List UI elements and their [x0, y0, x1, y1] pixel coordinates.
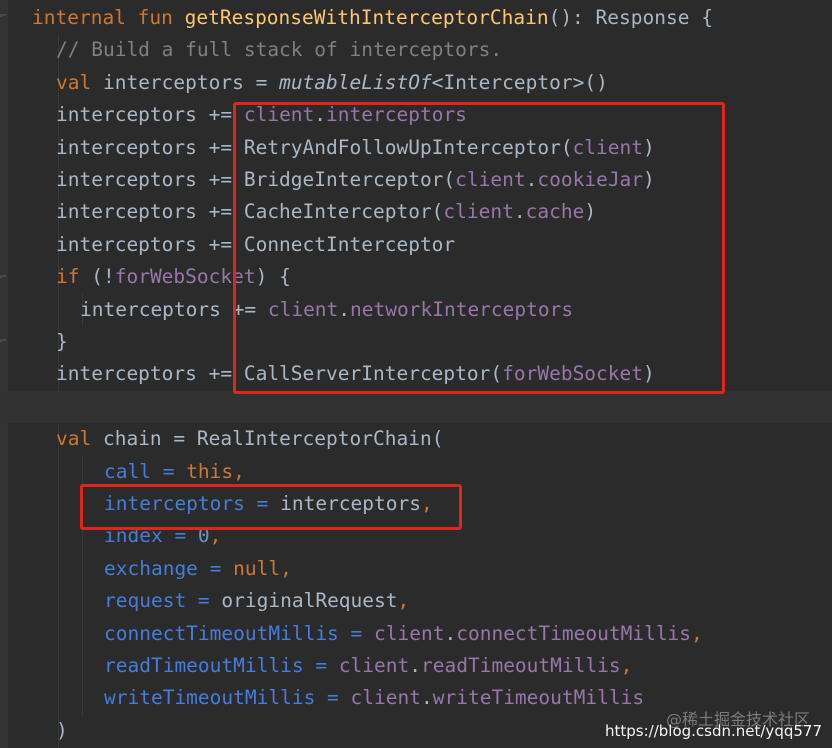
- code-line[interactable]: val chain = RealInterceptorChain(: [0, 423, 832, 455]
- code-token: ,: [620, 654, 633, 677]
- code-token: mutableListOf: [279, 70, 432, 94]
- code-token: connectTimeoutMillis: [456, 621, 692, 645]
- code-token: ,: [691, 621, 703, 645]
- highlight-box-interceptors-arg: [80, 484, 462, 530]
- code-line[interactable]: val interceptors = mutableListOf<Interce…: [0, 67, 832, 99]
- code-token: .: [444, 621, 457, 645]
- code-token: interceptors =: [102, 70, 280, 94]
- code-token: }: [56, 330, 68, 353]
- code-token: chain = RealInterceptorChain(: [102, 427, 444, 451]
- code-text: call = this,: [104, 456, 245, 488]
- code-text: exchange = null,: [104, 553, 292, 585]
- code-line[interactable]: request = originalRequest,: [0, 585, 832, 617]
- code-token: getResponseWithInterceptorChain: [184, 6, 549, 29]
- code-token: <Interceptor>(): [431, 70, 608, 94]
- code-token: (!: [91, 265, 115, 289]
- watermark-url: https://blog.csdn.net/yqq577: [604, 722, 822, 740]
- code-token: this,: [186, 459, 245, 483]
- code-line[interactable]: [0, 390, 832, 423]
- code-token: client: [350, 686, 421, 710]
- code-text: internal fun getResponseWithInterceptorC…: [32, 2, 713, 34]
- code-token: connectTimeoutMillis =: [104, 621, 375, 645]
- code-line[interactable]: // Build a full stack of interceptors.: [0, 34, 832, 66]
- code-token: call =: [104, 459, 187, 483]
- code-token: originalRequest: [221, 589, 398, 613]
- code-line[interactable]: connectTimeoutMillis = client.connectTim…: [0, 618, 832, 650]
- code-token: ): [56, 718, 68, 742]
- code-token: writeTimeoutMillis: [432, 686, 645, 710]
- code-line[interactable]: call = this,: [0, 456, 832, 488]
- code-text: // Build a full stack of interceptors.: [56, 34, 502, 66]
- code-token: null,: [233, 556, 292, 580]
- code-token: // Build a full stack of interceptors.: [56, 38, 503, 62]
- code-line[interactable]: exchange = null,: [0, 553, 832, 585]
- code-token: .: [421, 686, 433, 710]
- code-token: if: [56, 265, 92, 289]
- code-token: val: [56, 70, 103, 94]
- code-token: request =: [104, 589, 222, 613]
- code-token: interceptors +=: [56, 103, 244, 127]
- code-token: client: [338, 654, 410, 677]
- code-token: internal fun: [32, 6, 185, 29]
- code-token: .: [409, 654, 422, 677]
- code-token: (): Response {: [548, 6, 713, 29]
- code-text: readTimeoutMillis = client.readTimeoutMi…: [104, 650, 632, 682]
- code-token: client: [374, 621, 445, 645]
- code-text: connectTimeoutMillis = client.connectTim…: [104, 618, 703, 650]
- code-text: writeTimeoutMillis = client.writeTimeout…: [104, 682, 644, 714]
- code-token: readTimeoutMillis: [421, 654, 621, 677]
- code-text: ): [56, 715, 68, 747]
- code-token: writeTimeoutMillis =: [104, 686, 351, 710]
- code-text: request = originalRequest,: [104, 585, 409, 617]
- highlight-box-interceptor-list: [233, 102, 725, 394]
- code-token: readTimeoutMillis =: [104, 654, 339, 677]
- code-token: ,: [397, 589, 410, 613]
- code-text: val interceptors = mutableListOf<Interce…: [56, 67, 608, 99]
- code-token: val: [56, 427, 103, 451]
- code-text: }: [56, 326, 68, 358]
- code-line[interactable]: readTimeoutMillis = client.readTimeoutMi…: [0, 650, 832, 682]
- code-line[interactable]: internal fun getResponseWithInterceptorC…: [0, 2, 832, 34]
- code-token: exchange =: [104, 556, 234, 580]
- code-text: val chain = RealInterceptorChain(: [56, 423, 443, 455]
